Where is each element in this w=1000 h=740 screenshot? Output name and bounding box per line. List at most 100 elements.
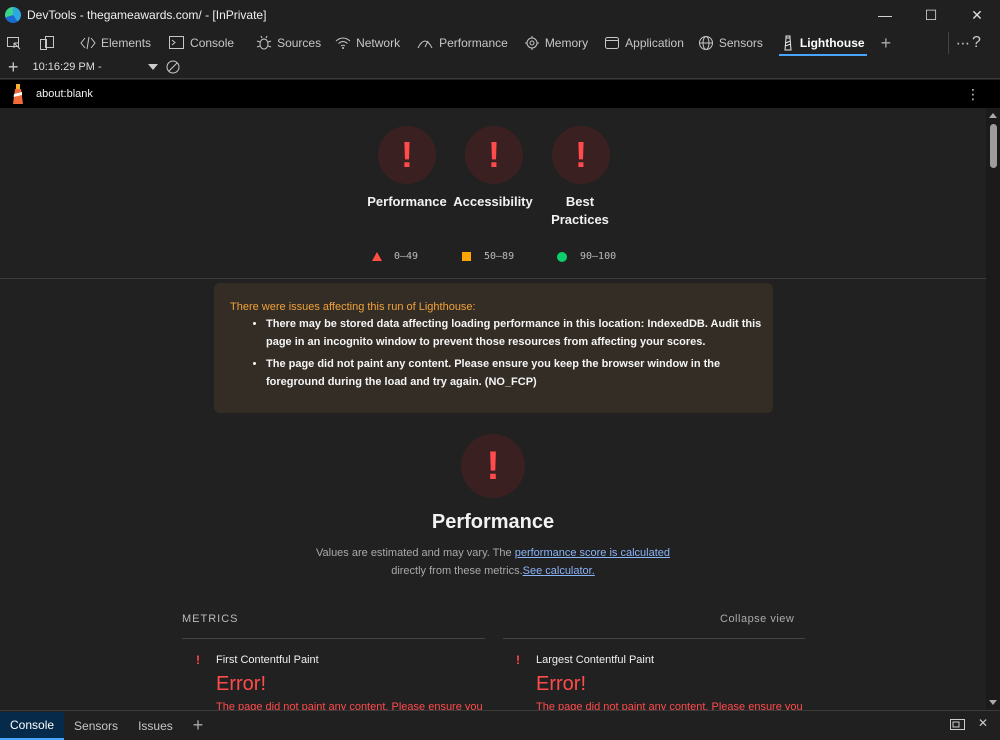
metrics-divider-left bbox=[182, 638, 485, 639]
bug-icon bbox=[256, 35, 272, 50]
tab-elements[interactable]: Elements bbox=[74, 30, 157, 56]
legend-average: 50–89 bbox=[462, 251, 514, 262]
tab-label: Elements bbox=[101, 36, 152, 50]
metrics-divider-right bbox=[503, 638, 805, 639]
tab-label: Console bbox=[190, 36, 235, 50]
section-title: Performance bbox=[431, 511, 555, 533]
performance-description: Values are estimated and may vary. The p… bbox=[0, 544, 986, 580]
legend-fail-label: 0–49 bbox=[394, 251, 419, 262]
warning-item: The page did not paint any content. Plea… bbox=[266, 355, 766, 391]
vertical-scrollbar[interactable] bbox=[986, 108, 1000, 710]
tab-memory[interactable]: Memory bbox=[518, 30, 594, 56]
performance-icon bbox=[417, 40, 433, 49]
code-icon bbox=[80, 36, 96, 50]
add-tab-button[interactable]: + bbox=[875, 30, 898, 56]
scroll-thumb[interactable] bbox=[990, 124, 997, 168]
tabbar-divider bbox=[948, 32, 949, 54]
square-icon bbox=[462, 252, 471, 261]
gauge-label-performance: Performance bbox=[367, 194, 447, 209]
device-toolbar-button[interactable] bbox=[33, 30, 66, 56]
warnings-heading: There were issues affecting this run of … bbox=[230, 301, 476, 313]
tab-network[interactable]: Network bbox=[329, 30, 406, 56]
wifi-icon bbox=[335, 37, 351, 49]
chevron-down-icon[interactable] bbox=[147, 64, 158, 70]
legend-fail: 0–49 bbox=[372, 251, 418, 262]
tab-label: Application bbox=[625, 36, 684, 50]
legend-average-label: 50–89 bbox=[484, 251, 515, 262]
tab-application[interactable]: Application bbox=[598, 30, 690, 56]
triangle-icon bbox=[372, 252, 382, 261]
application-icon bbox=[605, 37, 620, 49]
score-calculated-link[interactable]: performance score is calculated bbox=[515, 547, 670, 559]
metric-value: Error! bbox=[216, 673, 266, 695]
dock-icon[interactable] bbox=[950, 717, 966, 731]
report-selector[interactable]: 10:16:29 PM - bbox=[33, 61, 102, 73]
gauge-accessibility[interactable]: ! bbox=[465, 126, 523, 184]
performance-gauge-large: ! bbox=[461, 434, 525, 498]
error-icon: ! bbox=[196, 653, 200, 667]
new-report-button[interactable]: + bbox=[8, 58, 19, 76]
tab-label: Performance bbox=[439, 36, 508, 50]
maximize-button[interactable]: ☐ bbox=[908, 0, 954, 30]
metric-name: Largest Contentful Paint bbox=[536, 654, 655, 666]
lighthouse-toolbar: + 10:16:29 PM - bbox=[0, 56, 1000, 79]
device-icon bbox=[40, 36, 54, 50]
lighthouse-report: ! ! ! Performance Accessibility Best Pra… bbox=[0, 108, 986, 710]
lighthouse-logo-icon bbox=[13, 84, 23, 104]
help-icon[interactable]: ? bbox=[966, 30, 987, 56]
report-menu-icon[interactable]: ⋮ bbox=[966, 87, 980, 101]
title-bar: DevTools - thegameawards.com/ - [InPriva… bbox=[0, 0, 1000, 30]
gauge-best-practices[interactable]: ! bbox=[552, 126, 610, 184]
section-divider bbox=[0, 278, 986, 279]
tab-label: Lighthouse bbox=[799, 36, 865, 50]
metric-message: The page did not paint any content. Plea… bbox=[216, 701, 483, 710]
close-button[interactable]: ✕ bbox=[954, 0, 1000, 30]
drawer-add-tab-button[interactable]: + bbox=[183, 712, 214, 740]
report-url-bar: about:blank ⋮ bbox=[0, 80, 1000, 108]
metric-name: First Contentful Paint bbox=[216, 654, 319, 666]
metric-message: The page did not paint any content. Plea… bbox=[536, 701, 803, 710]
error-icon: ! bbox=[401, 134, 413, 175]
console-icon bbox=[169, 36, 185, 49]
circle-icon bbox=[557, 251, 567, 262]
legend-pass-label: 90–100 bbox=[580, 251, 617, 262]
scroll-down-icon[interactable] bbox=[989, 700, 997, 705]
drawer-tab-issues[interactable]: Issues bbox=[128, 712, 183, 740]
edge-logo-icon bbox=[5, 7, 21, 23]
tab-label: Sources bbox=[277, 36, 322, 50]
error-icon: ! bbox=[516, 653, 520, 667]
minimize-button[interactable]: — bbox=[862, 0, 908, 30]
window-controls: — ☐ ✕ bbox=[862, 0, 1000, 30]
drawer-tab-sensors[interactable]: Sensors bbox=[64, 712, 128, 740]
inspect-element-button[interactable] bbox=[0, 30, 33, 56]
lighthouse-icon bbox=[784, 35, 792, 51]
gauge-label-accessibility: Accessibility bbox=[453, 194, 533, 209]
error-icon: ! bbox=[488, 134, 500, 175]
desc-prefix: Values are estimated and may vary. The bbox=[315, 547, 515, 559]
memory-icon bbox=[524, 36, 539, 50]
warnings-box: There were issues affecting this run of … bbox=[214, 283, 773, 413]
clear-icon[interactable] bbox=[166, 60, 180, 74]
tab-sources[interactable]: Sources bbox=[250, 30, 327, 56]
desc-mid: directly from these metrics. bbox=[391, 565, 523, 577]
collapse-view-button[interactable]: Collapse view bbox=[720, 613, 794, 625]
tab-console[interactable]: Console bbox=[163, 30, 240, 56]
gauge-performance[interactable]: ! bbox=[378, 126, 436, 184]
tab-lighthouse[interactable]: Lighthouse bbox=[775, 30, 871, 56]
drawer-tabbar: Console Sensors Issues + ✕ bbox=[0, 710, 1000, 740]
warnings-list: There may be stored data affecting loadi… bbox=[246, 315, 766, 395]
scroll-up-icon[interactable] bbox=[989, 113, 997, 118]
metrics-heading: METRICS bbox=[182, 613, 239, 625]
drawer-tab-console[interactable]: Console bbox=[0, 711, 65, 740]
close-drawer-icon[interactable]: ✕ bbox=[978, 716, 988, 730]
window-title: DevTools - thegameawards.com/ - [InPriva… bbox=[27, 8, 267, 22]
tab-sensors[interactable]: Sensors bbox=[692, 30, 769, 56]
see-calculator-link[interactable]: See calculator. bbox=[523, 565, 595, 577]
gauge-label-best-practices: Best Practices bbox=[551, 194, 609, 227]
tab-performance[interactable]: Performance bbox=[410, 30, 514, 56]
error-icon: ! bbox=[575, 134, 587, 175]
tab-label: Memory bbox=[544, 36, 589, 50]
inspect-icon bbox=[7, 37, 21, 50]
globe-icon bbox=[698, 36, 713, 50]
error-icon: ! bbox=[486, 443, 500, 488]
